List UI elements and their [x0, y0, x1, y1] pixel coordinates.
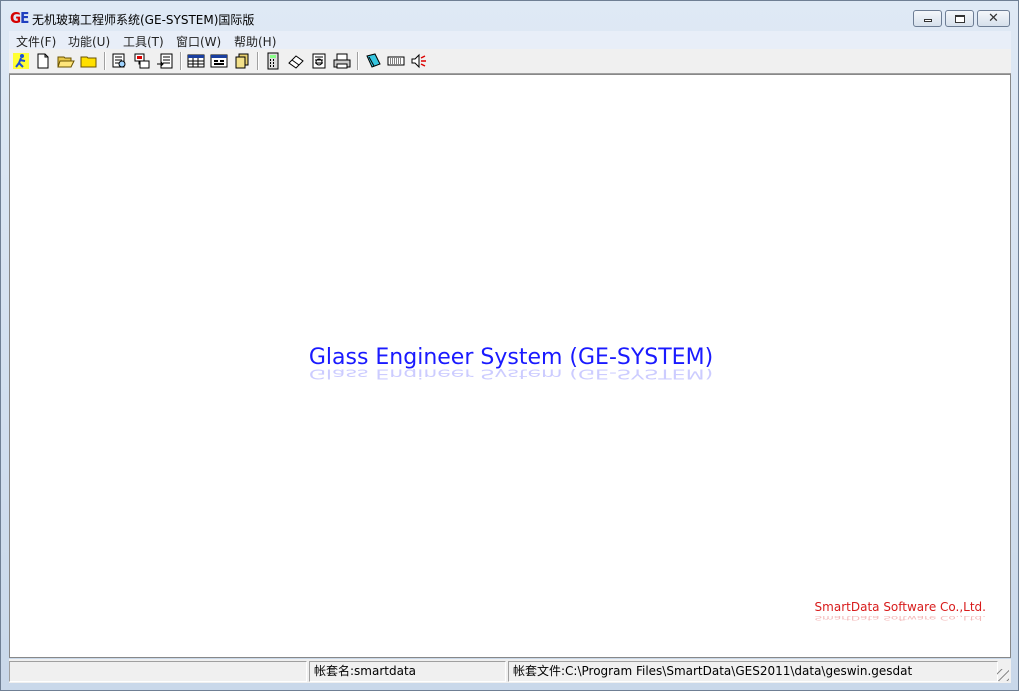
menu-function[interactable]: 功能(U): [68, 33, 110, 50]
main-window: GE 无机玻璃工程师系统(GE-SYSTEM)国际版 ✕ 文件(F) 功能(U)…: [0, 0, 1019, 691]
stack-icon[interactable]: [233, 52, 251, 70]
window-title: 无机玻璃工程师系统(GE-SYSTEM)国际版: [32, 13, 255, 27]
table-icon[interactable]: [187, 52, 205, 70]
folder-icon[interactable]: [80, 52, 98, 70]
speaker-icon[interactable]: [410, 52, 428, 70]
report-icon[interactable]: [310, 52, 328, 70]
logo-letter-e: E: [20, 9, 29, 27]
status-bar: 帐套名:smartdata 帐套文件:C:\Program Files\Smar…: [9, 659, 1011, 683]
menu-help[interactable]: 帮助(H): [234, 33, 276, 50]
network-icon[interactable]: [133, 52, 151, 70]
status-account-name: 帐套名:smartdata: [309, 661, 506, 682]
title-bar[interactable]: GE 无机玻璃工程师系统(GE-SYSTEM)国际版 ✕: [1, 1, 1018, 31]
export-document-icon[interactable]: [156, 52, 174, 70]
logo-letter-g: G: [10, 9, 21, 27]
toolbar-separator: [104, 52, 106, 70]
company-name: SmartData Software Co.,Ltd.: [814, 600, 986, 614]
open-folder-icon[interactable]: [57, 52, 75, 70]
resize-grip-icon[interactable]: [997, 669, 1009, 681]
status-cell-message: [9, 661, 307, 682]
splash-title: Glass Engineer System (GE-SYSTEM): [308, 345, 714, 370]
toolbar-separator: [357, 52, 359, 70]
run-icon[interactable]: [12, 52, 30, 70]
calculator-icon[interactable]: [264, 52, 282, 70]
menu-window[interactable]: 窗口(W): [176, 33, 221, 50]
close-icon: ✕: [988, 11, 999, 26]
new-document-icon[interactable]: [34, 52, 52, 70]
menu-bar: 文件(F) 功能(U) 工具(T) 窗口(W) 帮助(H): [9, 31, 1011, 49]
maximize-button[interactable]: [945, 10, 974, 27]
toolbar-separator: [257, 52, 259, 70]
toolbar-separator: [180, 52, 182, 70]
notebook-icon[interactable]: [364, 52, 382, 70]
search-document-icon[interactable]: [110, 52, 128, 70]
form-icon[interactable]: [210, 52, 228, 70]
menu-file[interactable]: 文件(F): [16, 33, 56, 50]
minimize-button[interactable]: [913, 10, 942, 27]
close-button[interactable]: ✕: [977, 10, 1010, 27]
mdi-client-area: Glass Engineer System (GE-SYSTEM) Glass …: [9, 74, 1011, 658]
splash-title-reflection: Glass Engineer System (GE-SYSTEM): [308, 369, 714, 381]
menu-tools[interactable]: 工具(T): [123, 33, 164, 50]
status-account-file: 帐套文件:C:\Program Files\SmartData\GES2011\…: [508, 661, 998, 682]
app-logo-icon: GE: [10, 9, 29, 27]
company-name-reflection: SmartData Software Co.,Ltd.: [814, 614, 986, 622]
toolbar: [9, 49, 1011, 74]
keyboard-icon[interactable]: [387, 52, 405, 70]
eraser-icon[interactable]: [287, 52, 305, 70]
print-icon[interactable]: [333, 52, 351, 70]
